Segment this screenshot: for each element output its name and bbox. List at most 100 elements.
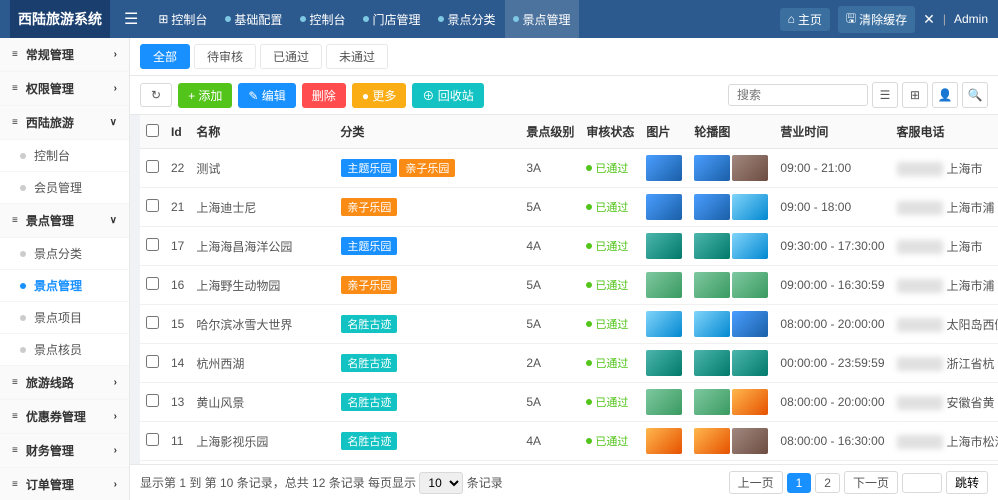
nav-item-control[interactable]: 控制台 [292, 0, 353, 38]
sidebar-sub-item-scenic-staff[interactable]: 景点核员 [0, 334, 129, 366]
nav-item-scenic-category[interactable]: 景点分类 [430, 0, 503, 38]
select-all-checkbox[interactable] [146, 124, 159, 137]
scenic-image [646, 272, 682, 298]
header-phone: 客服电话 [891, 115, 998, 149]
row-image [640, 383, 688, 422]
row-hours: 08:00:00 - 16:30:00 [774, 422, 890, 461]
list-view-icon[interactable]: ☰ [872, 82, 898, 108]
sidebar-item-regular-manage[interactable]: ≡ 常规管理 › [0, 38, 129, 72]
nav-item-dashboard[interactable]: ⊞ 控制台 [150, 0, 215, 38]
rows-per-page-select[interactable]: 10 20 50 [419, 472, 463, 494]
tab-passed[interactable]: 已通过 [260, 44, 322, 69]
page-jump-input[interactable] [902, 473, 942, 493]
status-badge: 已通过 [586, 433, 628, 449]
prev-page-button[interactable]: 上一页 [729, 471, 783, 494]
pagination-summary: 显示第 1 到 第 10 条记录，总共 12 条记录 每页显示 10 20 50… [140, 472, 503, 494]
grid-view-icon[interactable]: ⊞ [902, 82, 928, 108]
carousel-images [694, 233, 768, 259]
sidebar-sub-item-scenic-project[interactable]: 景点项目 [0, 302, 129, 334]
sidebar-item-finance[interactable]: ≡ 财务管理 › [0, 434, 129, 468]
row-city: 上海市 [947, 162, 983, 176]
delete-button[interactable]: 删除 [302, 83, 346, 108]
home-button[interactable]: ⌂ 主页 [780, 8, 830, 31]
edit-button[interactable]: ✎ 编辑 [238, 83, 295, 108]
next-page-button[interactable]: 下一页 [844, 471, 898, 494]
nav-dot-icon [225, 16, 231, 22]
row-name: 上海野生动物园 [190, 266, 334, 305]
nav-dot-icon [438, 16, 444, 22]
nav-item-store[interactable]: 门店管理 [355, 0, 428, 38]
table-row: 15 哈尔滨冰雪大世界 名胜古迹 5A 已通过 08:00:00 - 20:00… [140, 305, 998, 344]
add-button[interactable]: + 添加 [178, 83, 232, 108]
tab-pending[interactable]: 待审核 [194, 44, 256, 69]
phone-number: ********** [897, 279, 944, 293]
menu-icon: ≡ [12, 445, 18, 456]
status-badge: 已通过 [586, 277, 628, 293]
save-icon: 🖫 [846, 9, 856, 30]
carousel-images [694, 272, 768, 298]
dot-icon [20, 185, 26, 191]
search-icon[interactable]: 🔍 [962, 82, 988, 108]
row-phone: ********** 上海市 [891, 149, 998, 188]
tab-rejected[interactable]: 未通过 [326, 44, 388, 69]
row-checkbox[interactable] [146, 316, 159, 329]
row-carousel [688, 188, 774, 227]
sidebar-sub-item-scenic-category[interactable]: 景点分类 [0, 238, 129, 270]
clear-cache-button[interactable]: 🖫 清除缓存 [838, 6, 915, 33]
carousel-images [694, 389, 768, 415]
status-dot-icon [586, 165, 592, 171]
sidebar-sub-item-member[interactable]: 会员管理 [0, 172, 129, 204]
status-badge: 已通过 [586, 160, 628, 176]
nav-item-scenic-manage[interactable]: 景点管理 [505, 0, 578, 38]
row-checkbox[interactable] [146, 238, 159, 251]
sidebar-item-coupon-manage[interactable]: ≡ 优惠券管理 › [0, 400, 129, 434]
sidebar-item-travel-route[interactable]: ≡ 旅游线路 › [0, 366, 129, 400]
row-carousel [688, 344, 774, 383]
close-icon[interactable]: ✕ [923, 11, 935, 28]
menu-toggle-icon[interactable]: ☰ [124, 9, 138, 29]
row-checkbox[interactable] [146, 355, 159, 368]
page-jump-button[interactable]: 跳转 [946, 471, 988, 494]
sidebar-sub-item-dashboard[interactable]: 控制台 [0, 140, 129, 172]
search-input[interactable] [728, 84, 868, 106]
row-checkbox[interactable] [146, 433, 159, 446]
nav-right: ⌂ 主页 🖫 清除缓存 ✕ | Admin [780, 6, 988, 33]
sidebar-item-order[interactable]: ≡ 订单管理 › [0, 468, 129, 500]
header-level: 景点级别 [520, 115, 580, 149]
more-button[interactable]: ● 更多 [352, 83, 407, 108]
main-content: 全部 待审核 已通过 未通过 ↻ + 添加 ✎ 编辑 删除 ● 更多 ⊕ 回收站… [130, 38, 998, 500]
dot-icon [20, 153, 26, 159]
sidebar-item-xilu-travel[interactable]: ≡ 西陆旅游 ∨ [0, 106, 129, 140]
page-2-button[interactable]: 2 [815, 473, 840, 493]
header-name: 名称 [190, 115, 334, 149]
row-category: 主题乐园 [334, 227, 520, 266]
status-dot-icon [586, 204, 592, 210]
user-icon[interactable]: 👤 [932, 82, 958, 108]
tab-all[interactable]: 全部 [140, 44, 190, 69]
row-checkbox[interactable] [146, 199, 159, 212]
row-carousel [688, 227, 774, 266]
row-checkbox[interactable] [146, 160, 159, 173]
page-1-button[interactable]: 1 [787, 473, 812, 493]
phone-number: ********** [897, 396, 944, 410]
row-checkbox[interactable] [146, 277, 159, 290]
sidebar-item-permission-manage[interactable]: ≡ 权限管理 › [0, 72, 129, 106]
carousel-image-2 [732, 155, 768, 181]
row-city: 太阳岛西侧 [947, 318, 998, 332]
table-header-row: Id 名称 分类 景点级别 审核状态 图片 轮播图 营业时间 客服电话 操作 [140, 115, 998, 149]
refresh-button[interactable]: ↻ [140, 83, 172, 107]
row-checkbox[interactable] [146, 394, 159, 407]
sidebar-item-scenic-group[interactable]: ≡ 景点管理 ∨ [0, 204, 129, 238]
status-badge: 已通过 [586, 238, 628, 254]
row-image [640, 188, 688, 227]
sidebar-sub-item-scenic-manage[interactable]: 景点管理 [0, 270, 129, 302]
category-tag: 名胜古迹 [341, 315, 397, 333]
recycle-button[interactable]: ⊕ 回收站 [412, 83, 483, 108]
phone-number: ********** [897, 435, 944, 449]
status-dot-icon [586, 360, 592, 366]
chevron-right-icon: › [114, 479, 117, 490]
carousel-image-1 [694, 194, 730, 220]
category-tag: 亲子乐园 [341, 276, 397, 294]
menu-icon: ≡ [12, 411, 18, 422]
nav-item-basic-config[interactable]: 基础配置 [217, 0, 290, 38]
